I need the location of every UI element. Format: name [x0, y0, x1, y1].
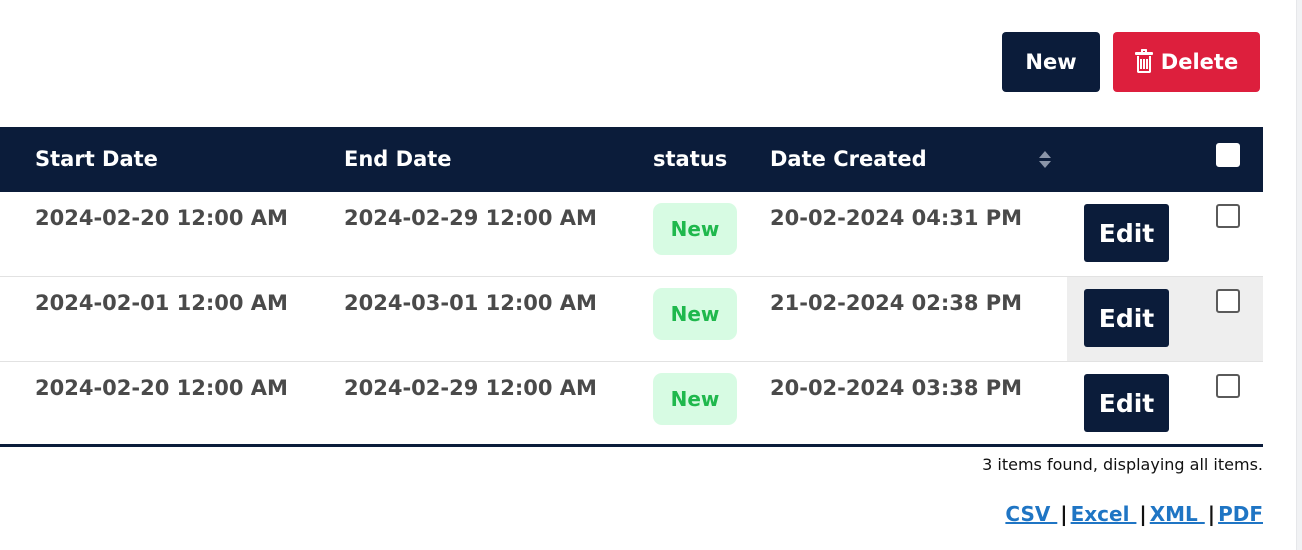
new-button[interactable]: New [1002, 32, 1100, 92]
date-created-cell: 20-02-2024 03:38 PM [770, 376, 1023, 400]
date-created-cell: 21-02-2024 02:38 PM [770, 291, 1023, 315]
end-date-cell: 2024-02-29 12:00 AM [344, 206, 597, 230]
date-created-cell: 20-02-2024 04:31 PM [770, 206, 1023, 230]
export-pdf-link[interactable]: PDF [1218, 502, 1263, 526]
records-table: Start Date End Date status Date Created … [0, 127, 1263, 447]
row-select-checkbox[interactable] [1216, 374, 1240, 398]
column-header-start-date[interactable]: Start Date [35, 127, 158, 192]
table-row: 2024-02-01 12:00 AM 2024-03-01 12:00 AM … [0, 277, 1263, 362]
export-separator: | [1207, 502, 1216, 526]
trash-icon [1134, 49, 1153, 73]
export-excel-link[interactable]: Excel [1071, 502, 1137, 526]
edit-button[interactable]: Edit [1084, 374, 1169, 432]
delete-button-label: Delete [1160, 50, 1239, 74]
export-links: CSV | Excel | XML | PDF [1005, 502, 1263, 526]
export-csv-link[interactable]: CSV [1005, 502, 1057, 526]
status-badge: New [653, 203, 737, 255]
column-header-end-date[interactable]: End Date [344, 127, 452, 192]
edit-button[interactable]: Edit [1084, 289, 1169, 347]
column-header-status[interactable]: status [653, 127, 727, 192]
column-header-date-created[interactable]: Date Created [770, 127, 927, 192]
select-all-checkbox[interactable] [1216, 143, 1240, 167]
end-date-cell: 2024-03-01 12:00 AM [344, 291, 597, 315]
start-date-cell: 2024-02-01 12:00 AM [35, 291, 288, 315]
row-select-checkbox[interactable] [1216, 289, 1240, 313]
start-date-cell: 2024-02-20 12:00 AM [35, 376, 288, 400]
table-row: 2024-02-20 12:00 AM 2024-02-29 12:00 AM … [0, 192, 1263, 277]
delete-button[interactable]: Delete [1113, 32, 1260, 92]
page-scrollbar-track[interactable] [1296, 0, 1302, 550]
end-date-cell: 2024-02-29 12:00 AM [344, 376, 597, 400]
table-row: 2024-02-20 12:00 AM 2024-02-29 12:00 AM … [0, 362, 1263, 447]
status-badge: New [653, 373, 737, 425]
table-header: Start Date End Date status Date Created [0, 127, 1263, 192]
export-separator: | [1060, 502, 1068, 526]
edit-button[interactable]: Edit [1084, 204, 1169, 262]
items-summary: 3 items found, displaying all items. [982, 455, 1263, 474]
start-date-cell: 2024-02-20 12:00 AM [35, 206, 288, 230]
export-separator: | [1139, 502, 1147, 526]
export-xml-link[interactable]: XML [1150, 502, 1205, 526]
toolbar: New Delete [1002, 32, 1260, 92]
row-select-checkbox[interactable] [1216, 204, 1240, 228]
status-badge: New [653, 288, 737, 340]
sort-icon[interactable] [1039, 151, 1051, 169]
